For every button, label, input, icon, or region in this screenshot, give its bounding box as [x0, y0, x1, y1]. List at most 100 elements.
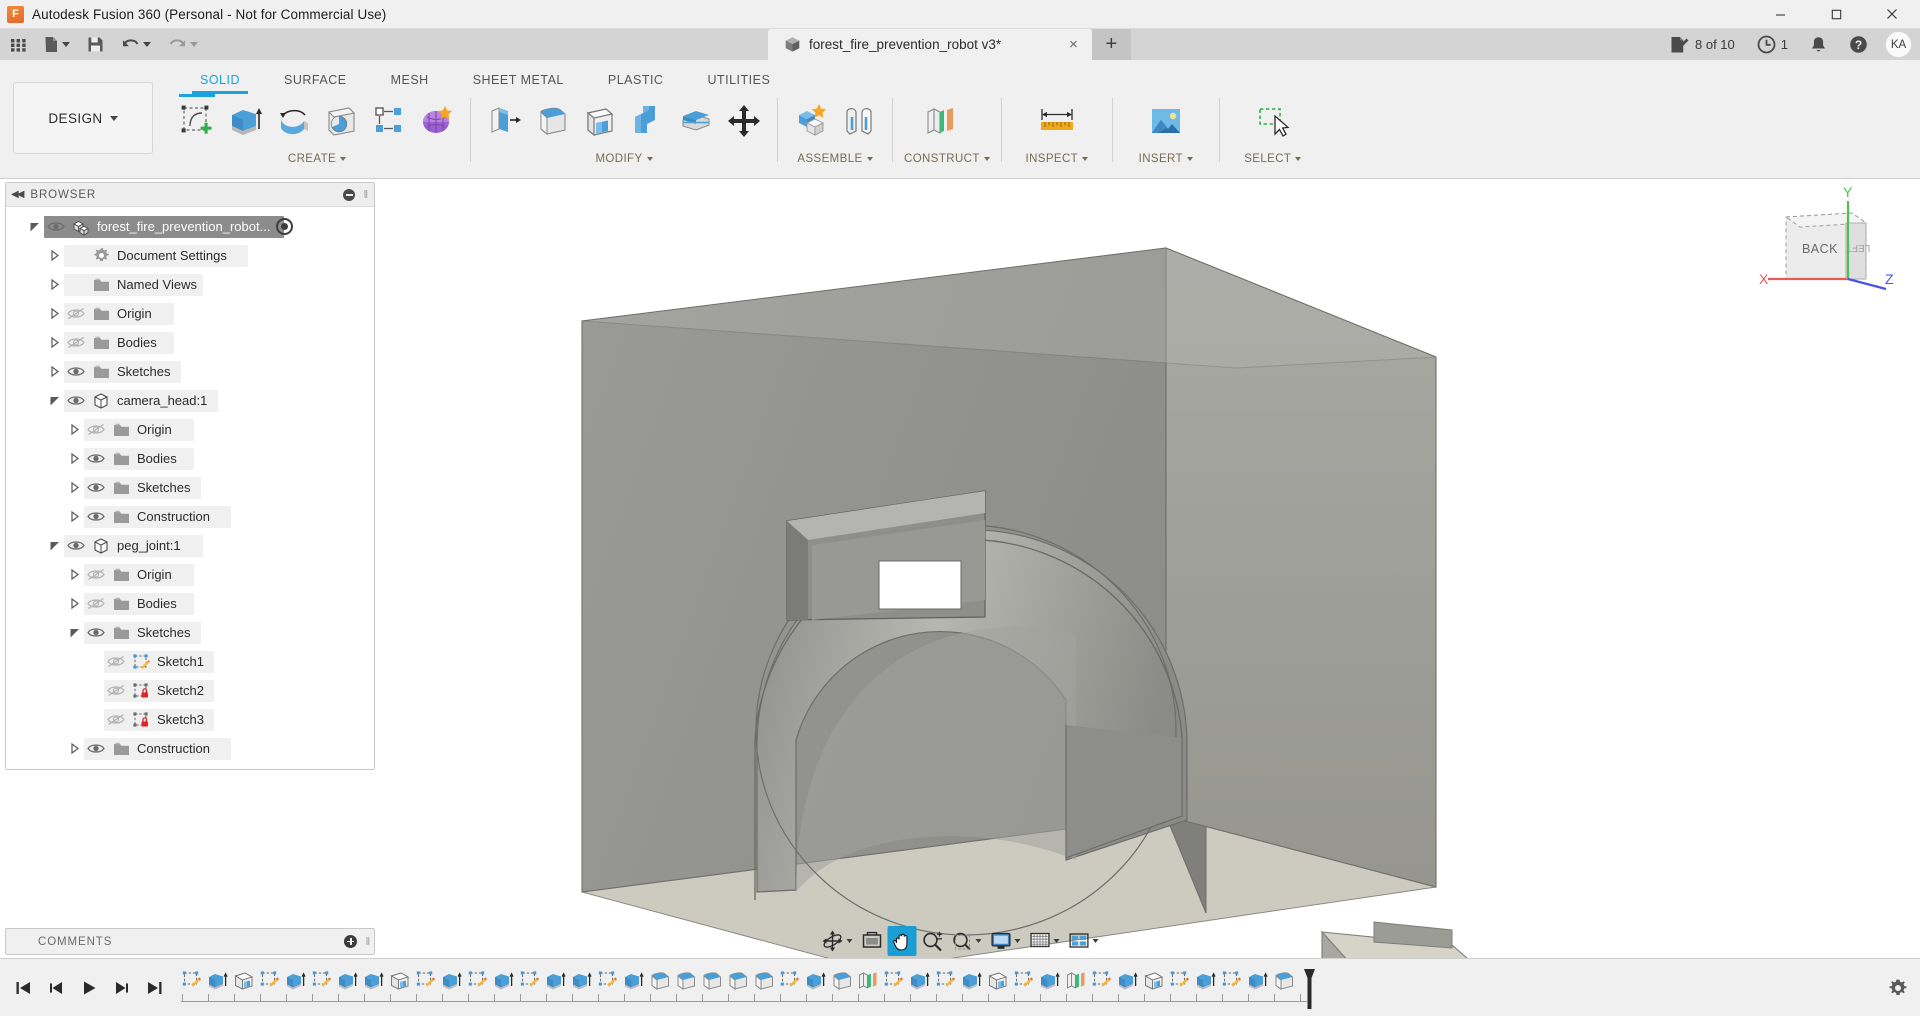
tree-expand-arrow[interactable]	[44, 249, 64, 262]
visibility-toggle[interactable]	[84, 597, 108, 610]
create-sketch-button[interactable]	[175, 94, 219, 145]
timeline-feature-extrude[interactable]	[907, 966, 933, 996]
tree-item-sketches[interactable]: Sketches	[6, 357, 374, 386]
ribbon-group-select-label[interactable]: SELECT	[1231, 153, 1315, 165]
ribbon-group-assemble-label[interactable]: ASSEMBLE	[789, 153, 881, 165]
timeline-feature-fillet[interactable]	[829, 966, 855, 996]
visibility-toggle[interactable]	[64, 307, 88, 320]
display-settings-button[interactable]	[987, 926, 1025, 956]
timeline-feature-sketch[interactable]	[881, 966, 907, 996]
timeline-feature-extrude[interactable]	[543, 966, 569, 996]
timeline-feature-sketch[interactable]	[933, 966, 959, 996]
visibility-toggle[interactable]	[64, 394, 88, 407]
grip-icon[interactable]: ‖	[363, 189, 367, 201]
tree-item-root-component[interactable]: forest_fire_prevention_robot...	[6, 212, 374, 241]
timeline-feature-shell[interactable]	[985, 966, 1011, 996]
tree-item-camera-head-origin[interactable]: Origin	[6, 415, 374, 444]
tree-item-peg-joint-construction[interactable]: Construction	[6, 734, 374, 763]
timeline-feature-plane[interactable]	[855, 966, 881, 996]
orbit-button[interactable]	[818, 926, 857, 956]
timeline-feature-shell[interactable]	[231, 966, 257, 996]
visibility-toggle[interactable]	[84, 481, 108, 494]
tree-expand-arrow[interactable]	[64, 568, 84, 581]
undo-button[interactable]	[114, 31, 158, 58]
timeline-feature-fillet[interactable]	[751, 966, 777, 996]
tree-expand-arrow[interactable]	[44, 307, 64, 320]
grid-snaps-button[interactable]	[1026, 926, 1064, 956]
help-button[interactable]: ?	[1838, 29, 1879, 60]
timeline-feature-sketch[interactable]	[413, 966, 439, 996]
zoom-button[interactable]	[918, 926, 947, 956]
user-avatar[interactable]: KA	[1885, 31, 1912, 58]
double-chevron-left-icon[interactable]: ◀◀	[11, 189, 24, 200]
visibility-toggle[interactable]	[64, 365, 88, 378]
ribbon-group-inspect-label[interactable]: INSPECT	[1013, 153, 1101, 165]
visibility-toggle[interactable]	[84, 742, 108, 755]
tree-item-camera-head-sketches[interactable]: Sketches	[6, 473, 374, 502]
timeline-feature-extrude[interactable]	[335, 966, 361, 996]
tab-surface[interactable]: SURFACE	[262, 69, 369, 94]
tree-expand-arrow[interactable]	[64, 423, 84, 436]
tree-expand-arrow[interactable]	[44, 394, 64, 407]
tree-expand-arrow[interactable]	[64, 742, 84, 755]
tree-item-camera-head[interactable]: camera_head:1	[6, 386, 374, 415]
visibility-toggle[interactable]	[104, 655, 128, 668]
close-button[interactable]	[1864, 0, 1920, 29]
redo-button[interactable]	[161, 31, 205, 58]
pan-button[interactable]	[887, 926, 917, 956]
timeline-play-button[interactable]	[79, 976, 99, 1000]
timeline-feature-extrude[interactable]	[959, 966, 985, 996]
tree-expand-arrow[interactable]	[64, 510, 84, 523]
timeline-feature-extrude[interactable]	[361, 966, 387, 996]
tree-expand-arrow[interactable]	[64, 597, 84, 610]
timeline-feature-extrude[interactable]	[439, 966, 465, 996]
ribbon-group-modify-label[interactable]: MODIFY	[482, 153, 766, 165]
timeline-feature-sketch[interactable]	[1011, 966, 1037, 996]
minimize-button[interactable]	[1752, 0, 1808, 29]
timeline-feature-sketch[interactable]	[179, 966, 205, 996]
timeline-feature-sketch[interactable]	[595, 966, 621, 996]
split-body-button[interactable]	[674, 97, 718, 145]
timeline-feature-extrude[interactable]	[1037, 966, 1063, 996]
move-copy-button[interactable]	[722, 97, 766, 145]
tab-plastic[interactable]: PLASTIC	[586, 69, 686, 94]
measure-button[interactable]	[1035, 97, 1079, 145]
tree-item-peg-joint-bodies[interactable]: Bodies	[6, 589, 374, 618]
timeline-feature-shell[interactable]	[1141, 966, 1167, 996]
comments-panel[interactable]: COMMENTS ‖	[5, 928, 375, 955]
timeline-feature-extrude[interactable]	[803, 966, 829, 996]
visibility-toggle[interactable]	[64, 336, 88, 349]
tree-item-camera-head-bodies[interactable]: Bodies	[6, 444, 374, 473]
tree-item-peg-joint[interactable]: peg_joint:1	[6, 531, 374, 560]
tree-expand-arrow[interactable]	[64, 626, 84, 639]
tree-item-peg-joint-sketches[interactable]: Sketches	[6, 618, 374, 647]
timeline-feature-fillet[interactable]	[1271, 966, 1297, 996]
ribbon-group-insert-label[interactable]: INSERT	[1124, 153, 1208, 165]
extrude-button[interactable]	[223, 97, 267, 145]
look-at-button[interactable]	[858, 926, 887, 956]
tree-expand-arrow[interactable]	[64, 452, 84, 465]
timeline-feature-extrude[interactable]	[491, 966, 517, 996]
visibility-toggle[interactable]	[104, 684, 128, 697]
timeline-feature-extrude[interactable]	[205, 966, 231, 996]
timeline-feature-sketch[interactable]	[1089, 966, 1115, 996]
visibility-toggle[interactable]	[84, 626, 108, 639]
tree-item-origin[interactable]: Origin	[6, 299, 374, 328]
timeline-feature-extrude[interactable]	[1193, 966, 1219, 996]
visibility-toggle[interactable]	[84, 423, 108, 436]
press-pull-button[interactable]	[482, 97, 526, 145]
timeline-track[interactable]	[179, 966, 1876, 1010]
new-tab-button[interactable]: +	[1091, 29, 1131, 60]
timeline-feature-fillet[interactable]	[647, 966, 673, 996]
tree-expand-arrow[interactable]	[44, 365, 64, 378]
joint-button[interactable]	[837, 97, 881, 145]
viewport-canvas[interactable]: BACK LEFT X Y Z	[376, 180, 1920, 958]
tab-sheet-metal[interactable]: SHEET METAL	[451, 69, 586, 94]
timeline-feature-extrude[interactable]	[1115, 966, 1141, 996]
offset-plane-button[interactable]	[918, 97, 962, 145]
timeline-jump-start-button[interactable]	[13, 976, 33, 1000]
tab-utilities[interactable]: UTILITIES	[685, 69, 792, 94]
timeline-feature-sketch[interactable]	[1219, 966, 1245, 996]
visibility-toggle[interactable]	[84, 510, 108, 523]
tree-item-sketch1[interactable]: Sketch1	[6, 647, 374, 676]
